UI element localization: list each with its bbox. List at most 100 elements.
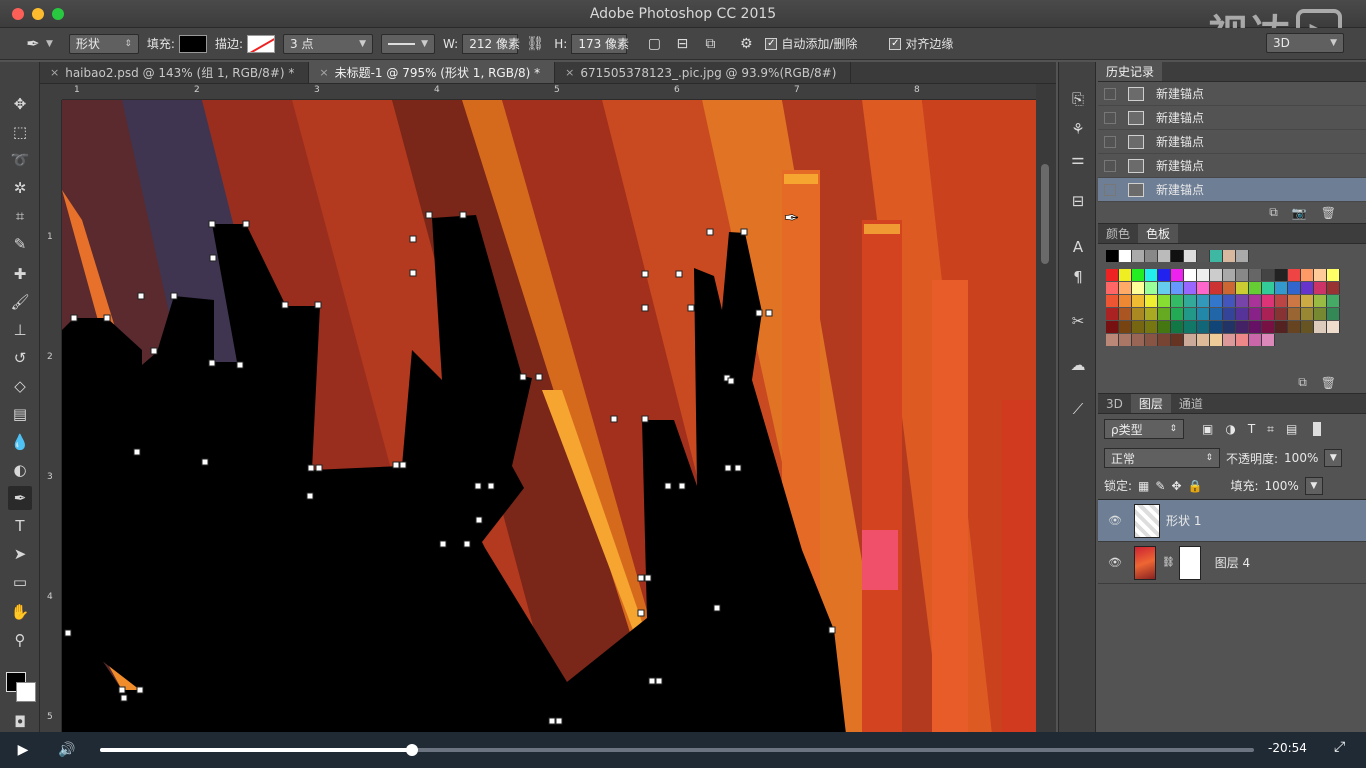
move-tool-icon[interactable]: ✥ [8, 92, 32, 116]
tab-untitled-1[interactable]: × 未标题-1 @ 795% (形状 1, RGB/8) * [309, 62, 556, 83]
properties-icon[interactable]: ⊟ [1067, 190, 1089, 212]
swatch[interactable] [1223, 250, 1236, 262]
character-panel-icon[interactable]: A [1067, 236, 1089, 258]
new-document-from-state-icon[interactable]: ⧉ [1269, 205, 1278, 220]
swatch[interactable] [1158, 321, 1171, 333]
lasso-tool-icon[interactable]: ➰ [8, 148, 32, 172]
swatch[interactable] [1119, 334, 1132, 346]
history-item[interactable]: 新建锚点 [1098, 154, 1366, 178]
stroke-type-select[interactable]: ▼ [381, 33, 436, 54]
eyedropper-tool-icon[interactable]: ✎ [8, 232, 32, 256]
filter-toggle[interactable] [1313, 422, 1322, 436]
trash-icon[interactable]: 🗑 [1321, 206, 1336, 220]
lock-transparent-icon[interactable]: ▦ [1138, 479, 1149, 493]
swatch[interactable] [1223, 334, 1236, 346]
auto-add-delete-checkbox[interactable]: ✓ [765, 37, 778, 50]
swatch[interactable] [1210, 334, 1223, 346]
brush-presets-icon[interactable]: ⚘ [1067, 118, 1089, 140]
brush-tool-icon[interactable]: 🖌 [8, 290, 32, 314]
layer-row-layer-4[interactable]: 👁 ⛓ 图层 4 [1098, 542, 1366, 584]
swatch[interactable] [1197, 321, 1210, 333]
paths-panel-icon[interactable]: ⟋ [1067, 398, 1089, 420]
fill-opacity-input[interactable]: 100% [1265, 479, 1299, 493]
tab-pic-jpg[interactable]: × 671505378123_.pic.jpg @ 93.9%(RGB/8#) [555, 62, 852, 83]
video-progress-knob[interactable] [405, 744, 418, 756]
swatch[interactable] [1301, 269, 1314, 281]
swatch[interactable] [1223, 295, 1236, 307]
smart-object-filter-icon[interactable]: ▤ [1286, 422, 1297, 436]
swatch[interactable] [1184, 250, 1197, 262]
swatch[interactable] [1223, 321, 1236, 333]
swatch[interactable] [1145, 295, 1158, 307]
swatch[interactable] [1197, 269, 1210, 281]
quick-mask-icon[interactable]: ◘ [8, 710, 32, 734]
dodge-tool-icon[interactable]: ◐ [8, 458, 32, 482]
swatch[interactable] [1288, 269, 1301, 281]
swatch[interactable] [1210, 269, 1223, 281]
swatch[interactable] [1223, 282, 1236, 294]
swatch[interactable] [1288, 282, 1301, 294]
swatch[interactable] [1223, 308, 1236, 320]
pen-tool-preset-icon[interactable]: ✒ [22, 33, 44, 55]
swatch[interactable] [1106, 321, 1119, 333]
swatch[interactable] [1249, 295, 1262, 307]
swatch[interactable] [1262, 334, 1275, 346]
history-snapshot-checkbox[interactable] [1104, 135, 1116, 148]
history-item[interactable]: 新建锚点 [1098, 130, 1366, 154]
image-filter-icon[interactable]: ▣ [1202, 422, 1213, 436]
video-progress-bar[interactable] [100, 744, 1254, 756]
swatch[interactable] [1275, 295, 1288, 307]
adjustment-filter-icon[interactable]: ◑ [1225, 422, 1235, 436]
fullscreen-icon[interactable]: ⤢ [1334, 739, 1345, 755]
swatch[interactable] [1262, 269, 1275, 281]
swatch[interactable] [1301, 282, 1314, 294]
tab-layers[interactable]: 图层 [1130, 394, 1171, 413]
swatch[interactable] [1288, 295, 1301, 307]
swatch[interactable] [1210, 250, 1223, 262]
swatch[interactable] [1236, 250, 1249, 262]
swatch[interactable] [1314, 308, 1327, 320]
document-canvas[interactable]: ✒ [62, 100, 1036, 734]
swatch[interactable] [1314, 295, 1327, 307]
history-snapshot-checkbox[interactable] [1104, 111, 1116, 124]
swatch[interactable] [1119, 295, 1132, 307]
swatch[interactable] [1236, 321, 1249, 333]
swatch[interactable] [1171, 308, 1184, 320]
history-snapshot-checkbox[interactable] [1104, 159, 1116, 172]
swatch[interactable] [1327, 269, 1340, 281]
swatch[interactable] [1145, 308, 1158, 320]
swatch[interactable] [1158, 282, 1171, 294]
swatch[interactable] [1301, 295, 1314, 307]
history-brush-tool-icon[interactable]: ↺ [8, 346, 32, 370]
magic-wand-tool-icon[interactable]: ✲ [8, 176, 32, 200]
swatch[interactable] [1327, 295, 1340, 307]
swatch[interactable] [1210, 321, 1223, 333]
swatch[interactable] [1249, 334, 1262, 346]
chain-link-icon[interactable]: ⛓ [1162, 557, 1175, 568]
swatch[interactable] [1262, 321, 1275, 333]
tab-color[interactable]: 颜色 [1098, 224, 1138, 243]
link-icon[interactable]: ⛓ [524, 33, 546, 55]
eraser-tool-icon[interactable]: ◇ [8, 374, 32, 398]
chevron-down-icon[interactable]: ▼ [1304, 476, 1323, 495]
swatch[interactable] [1132, 250, 1145, 262]
swatch[interactable] [1119, 321, 1132, 333]
marquee-tool-icon[interactable]: ⬚ [8, 120, 32, 144]
swatch[interactable] [1249, 269, 1262, 281]
gear-icon[interactable]: ⚙ [735, 33, 757, 55]
swatch[interactable] [1223, 269, 1236, 281]
swatch[interactable] [1119, 308, 1132, 320]
adjustments-icon[interactable]: ⚌ [1067, 148, 1089, 170]
tool-presets-icon[interactable]: ✂ [1067, 310, 1089, 332]
swatch[interactable] [1132, 334, 1145, 346]
swatch[interactable] [1158, 269, 1171, 281]
swatch[interactable] [1236, 308, 1249, 320]
swatch[interactable] [1184, 308, 1197, 320]
swatch[interactable] [1106, 282, 1119, 294]
tab-haibao2[interactable]: × haibao2.psd @ 143% (组 1, RGB/8#) * [40, 62, 310, 83]
swatch[interactable] [1158, 250, 1171, 262]
swatch[interactable] [1210, 282, 1223, 294]
path-selection-tool-icon[interactable]: ➤ [8, 542, 32, 566]
camera-icon[interactable]: 📷 [1292, 206, 1307, 220]
swatch[interactable] [1314, 321, 1327, 333]
